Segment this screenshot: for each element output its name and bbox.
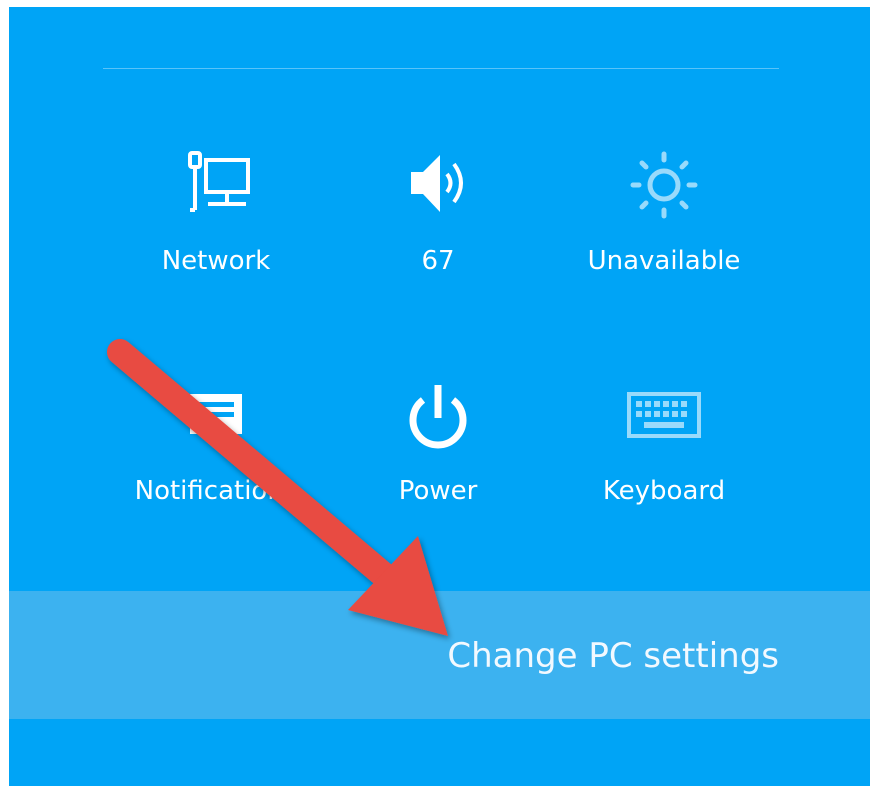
change-pc-settings-link[interactable]: Change PC settings bbox=[447, 636, 779, 676]
notifications-icon bbox=[121, 380, 311, 460]
keyboard-label: Keyboard bbox=[602, 476, 726, 506]
brightness-tile: Unavailable bbox=[569, 150, 759, 300]
power-icon bbox=[343, 380, 533, 460]
change-pc-settings-bar[interactable]: Change PC settings bbox=[9, 591, 870, 719]
brightness-label: Unavailable bbox=[587, 246, 741, 276]
power-label: Power bbox=[398, 476, 478, 506]
volume-tile[interactable]: 67 bbox=[343, 150, 533, 300]
network-tile[interactable]: Network bbox=[121, 150, 311, 300]
speaker-icon bbox=[343, 150, 533, 230]
keyboard-icon bbox=[569, 380, 759, 460]
settings-charm-panel: Network 67 Unavailable Notifications Pow… bbox=[9, 7, 870, 786]
keyboard-tile[interactable]: Keyboard bbox=[569, 380, 759, 530]
brightness-icon bbox=[569, 150, 759, 230]
network-label: Network bbox=[161, 246, 271, 276]
divider bbox=[103, 68, 779, 69]
network-icon bbox=[121, 150, 311, 230]
notifications-label: Notifications bbox=[134, 476, 298, 506]
power-tile[interactable]: Power bbox=[343, 380, 533, 530]
volume-label: 67 bbox=[421, 246, 455, 276]
notifications-tile[interactable]: Notifications bbox=[121, 380, 311, 530]
